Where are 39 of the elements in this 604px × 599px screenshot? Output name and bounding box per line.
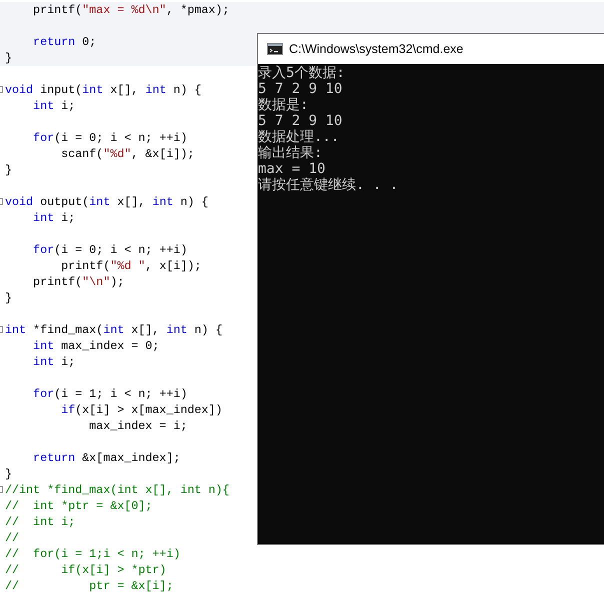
- console-output-line: 输出结果:: [258, 145, 322, 161]
- code-line: // int *ptr = &x[0];: [5, 499, 152, 513]
- code-line: }: [5, 51, 12, 65]
- console-output-line: 录入5个数据:: [258, 65, 345, 81]
- code-line: // for(i = 1;i < n; ++i): [5, 547, 180, 561]
- code-line: }: [5, 467, 12, 481]
- console-output-line: 5 7 2 9 10: [258, 81, 342, 97]
- code-line: //int *find_max(int x[], int n){: [5, 483, 230, 497]
- code-line: }: [5, 163, 12, 177]
- code-line: for(i = 0; i < n; ++i): [32, 243, 188, 257]
- code-line: // if(x[i] > *ptr): [5, 563, 166, 577]
- code-line: printf("max = %d\n", *pmax);: [32, 3, 230, 17]
- code-line: int *find_max(int x[], int n) {: [5, 323, 222, 337]
- code-line: void input(int x[], int n) {: [5, 83, 202, 97]
- code-line: if(x[i] > x[max_index]): [60, 403, 222, 417]
- code-line: int i;: [32, 99, 76, 113]
- code-line: // ptr = &x[i];: [5, 579, 174, 593]
- code-line: for(i = 0; i < n; ++i): [32, 131, 188, 145]
- code-line: max_index = i;: [88, 419, 188, 433]
- code-line: return 0;: [32, 35, 96, 49]
- terminal-icon: [267, 43, 283, 55]
- console-output-line: max = 10: [258, 161, 326, 177]
- code-line: }: [5, 291, 12, 305]
- code-line: scanf("%d", &x[i]);: [60, 147, 194, 161]
- code-line: printf("\n");: [32, 275, 124, 289]
- code-line: int i;: [32, 211, 76, 225]
- code-line: return &x[max_index];: [32, 451, 180, 465]
- console-output-line: 5 7 2 9 10: [258, 113, 342, 129]
- window-title: C:\Windows\system32\cmd.exe: [289, 42, 464, 56]
- code-line: for(i = 1; i < n; ++i): [32, 387, 188, 401]
- console-output-line: 数据是:: [258, 97, 308, 113]
- code-line: int max_index = 0;: [32, 339, 160, 353]
- code-line: void output(int x[], int n) {: [5, 195, 208, 209]
- code-line: //: [5, 531, 20, 545]
- code-line: int i;: [32, 355, 76, 369]
- code-line: // int i;: [5, 515, 76, 529]
- console-output-line: 请按任意键继续. . .: [258, 177, 398, 193]
- code-line: printf("%d ", x[i]);: [60, 259, 202, 273]
- console-output-line: 数据处理...: [258, 129, 340, 145]
